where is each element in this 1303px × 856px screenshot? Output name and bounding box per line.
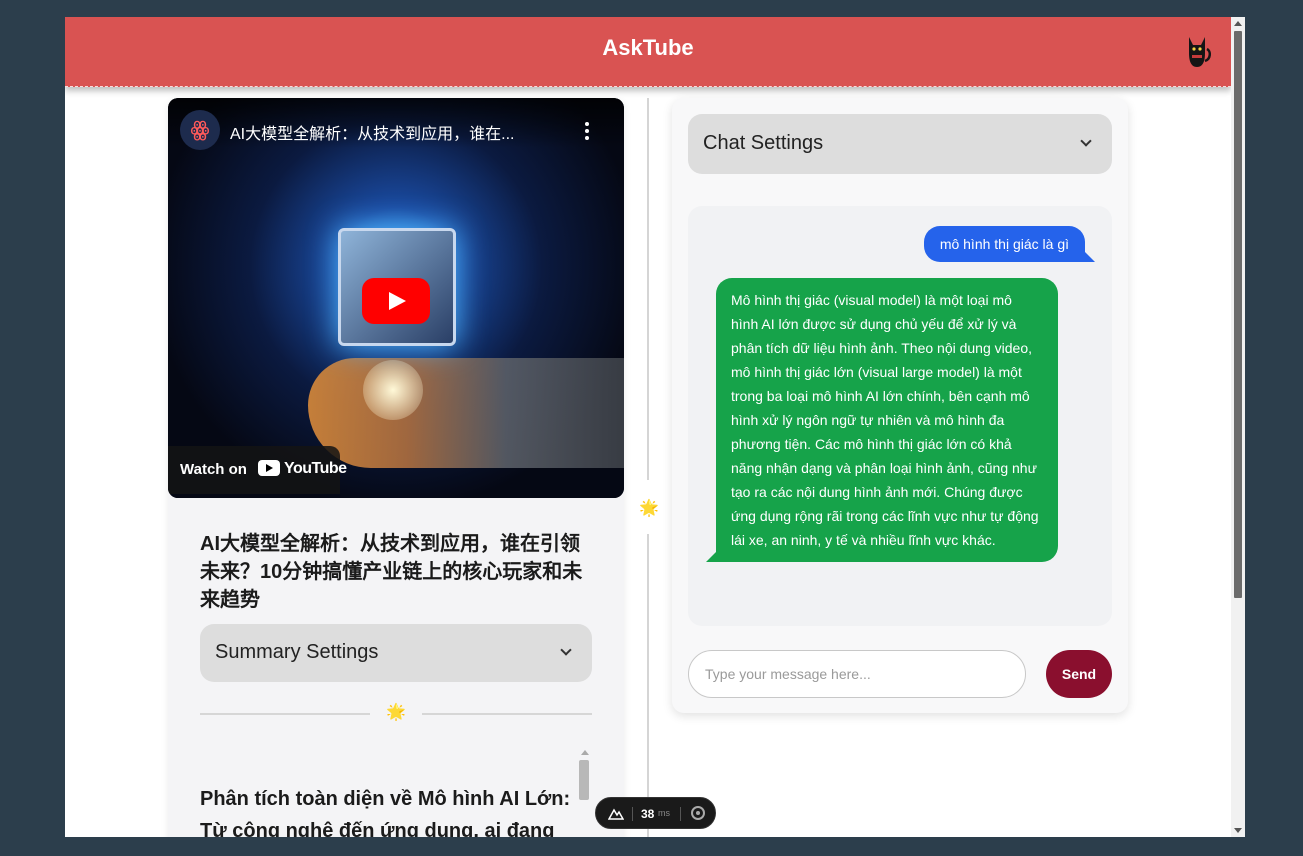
inspect-target-icon[interactable] <box>691 806 705 820</box>
glowing-star-icon: 🌟 <box>639 500 659 517</box>
summary-scroll-thumb[interactable] <box>579 760 589 800</box>
summary-settings-toggle[interactable]: Summary Settings <box>200 624 592 682</box>
scroll-down-arrow-icon[interactable] <box>1234 828 1242 833</box>
app-window: AskTube ꙮ AI大模型全解析：从技术到应用，谁在... Watch on… <box>65 17 1245 837</box>
youtube-logo-icon <box>258 460 280 476</box>
video-panel: ꙮ AI大模型全解析：从技术到应用，谁在... Watch on YouTube… <box>168 98 624 837</box>
summary-settings-label: Summary Settings <box>215 641 379 663</box>
panel-divider <box>647 98 649 837</box>
user-message: mô hình thị giác là gì <box>923 226 1096 262</box>
divider-line-right <box>422 713 592 715</box>
chat-panel: Chat Settings mô hình thị giác là gì Mô … <box>672 98 1128 713</box>
chat-settings-toggle[interactable]: Chat Settings <box>688 114 1112 174</box>
glowing-star-icon: 🌟 <box>386 704 406 721</box>
chevron-down-icon <box>560 644 572 656</box>
play-button[interactable] <box>362 278 430 324</box>
assistant-message: Mô hình thị giác (visual model) là một l… <box>706 278 1058 562</box>
youtube-label: YouTube <box>284 460 347 477</box>
more-options-icon[interactable] <box>582 122 592 140</box>
robot-hand-image <box>308 358 624 468</box>
send-button[interactable]: Send <box>1046 650 1112 698</box>
page-scrollbar[interactable] <box>1231 17 1245 837</box>
video-embed-title[interactable]: AI大模型全解析：从技术到应用，谁在... <box>230 120 560 144</box>
section-divider: 🌟 <box>200 704 592 721</box>
youtube-embed[interactable]: ꙮ AI大模型全解析：从技术到应用，谁在... Watch on YouTube <box>168 98 624 498</box>
channel-logo-icon[interactable]: ꙮ <box>180 110 220 150</box>
chat-settings-label: Chat Settings <box>703 132 824 154</box>
message-input[interactable] <box>688 650 1026 698</box>
toolbar-separator <box>680 807 681 821</box>
summary-heading: Phân tích toàn diện về Mô hình AI Lớn: T… <box>200 788 571 837</box>
page-scroll-thumb[interactable] <box>1234 31 1242 598</box>
watch-on-youtube-link[interactable]: Watch on YouTube <box>168 446 347 494</box>
toolbar-separator <box>632 807 633 821</box>
chat-messages: mô hình thị giác là gì Mô hình thị giác … <box>688 206 1112 626</box>
watch-on-label: Watch on <box>180 461 247 478</box>
scroll-up-arrow-icon[interactable] <box>581 750 589 755</box>
nuxt-logo-icon[interactable] <box>608 806 624 820</box>
black-cat-icon[interactable] <box>1183 31 1213 71</box>
divider-line-left <box>200 713 370 715</box>
video-title: AI大模型全解析：从技术到应用，谁在引领未来？10分钟搞懂产业链上的核心玩家和未… <box>200 533 583 611</box>
summary-scrollbar[interactable] <box>579 750 591 810</box>
chevron-down-icon <box>1080 135 1092 147</box>
glow-image <box>363 360 423 420</box>
dev-toolbar[interactable]: 38 ms <box>595 797 716 829</box>
app-header: AskTube <box>65 17 1231 87</box>
scroll-up-arrow-icon[interactable] <box>1234 21 1242 26</box>
render-time-unit: ms <box>658 808 670 818</box>
app-title: AskTube <box>602 35 694 60</box>
render-time-value: 38 <box>641 807 655 821</box>
